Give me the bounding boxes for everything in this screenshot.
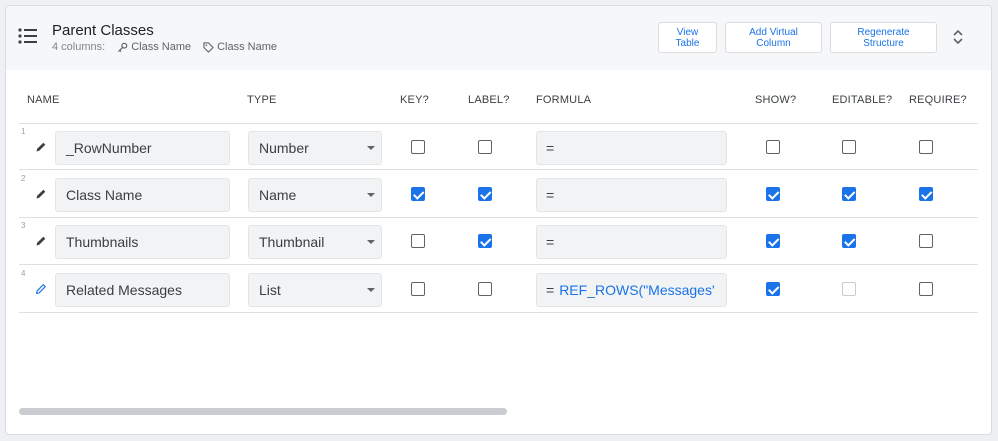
label-checkbox[interactable] [478,187,492,201]
column-name-field[interactable]: Thumbnails [55,225,230,259]
key-checkbox[interactable] [411,282,425,296]
pencil-icon[interactable] [35,141,47,153]
col-header-type: TYPE [247,94,277,106]
tag-icon [203,41,214,53]
type-value: List [259,282,281,298]
formula-field[interactable]: = [536,178,727,212]
editable-checkbox[interactable] [842,187,856,201]
page-title: Parent Classes [52,22,154,39]
table-row: 4 Related Messages List = REF_ROWS("Messa… [19,266,978,313]
key-icon [118,42,128,52]
label-checkbox[interactable] [478,234,492,248]
label-column-name: Class Name [217,41,278,53]
type-select[interactable]: Name [248,178,382,212]
horizontal-scrollbar[interactable] [19,408,507,415]
view-table-button[interactable]: View Table [658,22,717,53]
col-header-show: SHOW? [755,94,797,106]
table-row: 2 Class Name Name = [19,171,978,218]
require-checkbox[interactable] [919,187,933,201]
key-checkbox[interactable] [411,140,425,154]
editable-checkbox[interactable] [842,282,856,296]
pencil-icon[interactable] [35,283,47,295]
col-header-editable: EDITABLE? [832,94,893,106]
key-checkbox[interactable] [411,187,425,201]
formula-equals: = [546,140,555,156]
label-checkbox[interactable] [478,140,492,154]
table-row: 3 Thumbnails Thumbnail = [19,218,978,265]
key-column-info: Class Name [117,41,191,53]
dropdown-caret-icon [367,193,375,197]
column-name-field[interactable]: _RowNumber [55,131,230,165]
require-checkbox[interactable] [919,234,933,248]
row-number: 1 [21,127,26,136]
formula-field[interactable]: = REF_ROWS("Messages' [536,273,727,307]
formula-expression: REF_ROWS("Messages' [559,282,715,298]
columns-count: 4 columns: [52,41,106,53]
column-name-field[interactable]: Related Messages [55,273,230,307]
dropdown-caret-icon [367,146,375,150]
show-checkbox[interactable] [766,140,780,154]
require-checkbox[interactable] [919,282,933,296]
table-header: Parent Classes 4 columns: Class Name Cla… [6,6,991,70]
formula-equals: = [546,282,555,298]
col-header-key: KEY? [400,94,429,106]
col-header-formula: FORMULA [536,94,592,106]
show-checkbox[interactable] [766,187,780,201]
dropdown-caret-icon [367,288,375,292]
type-value: Name [259,187,297,203]
dropdown-caret-icon [367,240,375,244]
unfold-icon[interactable] [950,28,966,46]
col-header-require: REQUIRE? [909,94,967,106]
list-icon[interactable] [18,28,38,44]
formula-equals: = [546,187,555,203]
formula-field[interactable]: = [536,225,727,259]
type-select[interactable]: Number [248,131,382,165]
type-select[interactable]: Thumbnail [248,225,382,259]
regenerate-structure-button[interactable]: Regenerate Structure [830,22,937,53]
key-checkbox[interactable] [411,234,425,248]
table-summary: 4 columns: Class Name Class Name [52,41,277,53]
label-column-info: Class Name [203,41,277,53]
col-header-name: NAME [27,94,60,106]
type-value: Thumbnail [259,234,325,250]
row-number: 4 [21,269,26,278]
editable-checkbox[interactable] [842,234,856,248]
pencil-icon[interactable] [35,235,47,247]
key-column-name: Class Name [131,41,192,53]
formula-equals: = [546,234,555,250]
formula-field[interactable]: = [536,131,727,165]
type-value: Number [259,140,309,156]
add-virtual-column-button[interactable]: Add Virtual Column [725,22,822,53]
table-row: 1 _RowNumber Number = [19,123,978,170]
require-checkbox[interactable] [919,140,933,154]
label-checkbox[interactable] [478,282,492,296]
column-name-field[interactable]: Class Name [55,178,230,212]
row-number: 2 [21,174,26,183]
col-header-label: LABEL? [468,94,510,106]
show-checkbox[interactable] [766,282,780,296]
editable-checkbox[interactable] [842,140,856,154]
parent-classes-card: Parent Classes 4 columns: Class Name Cla… [5,5,992,435]
type-select[interactable]: List [248,273,382,307]
row-number: 3 [21,221,26,230]
pencil-icon[interactable] [35,188,47,200]
show-checkbox[interactable] [766,234,780,248]
